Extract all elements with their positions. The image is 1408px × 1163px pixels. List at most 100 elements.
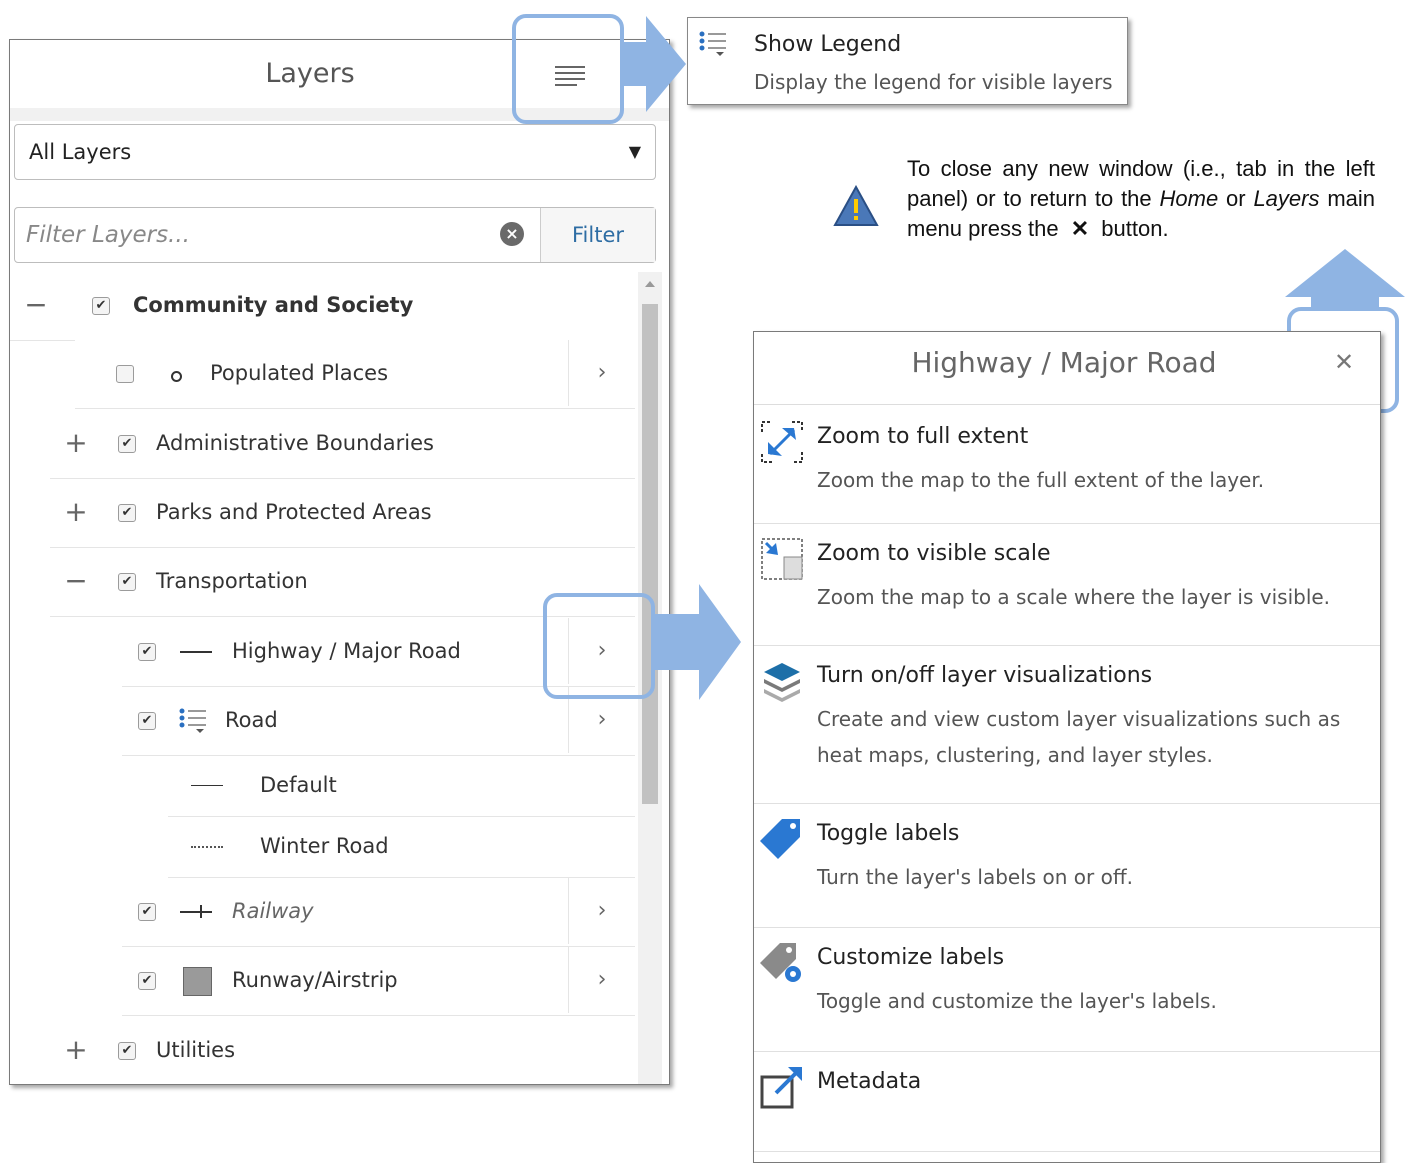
close-icon[interactable]: ✕ bbox=[1334, 348, 1354, 376]
layer-checkbox[interactable]: ✔ bbox=[92, 297, 110, 315]
layer-options-panel: Highway / Major Road ✕ Zoom to full exte… bbox=[753, 331, 1381, 1163]
layer-group-dropdown[interactable]: All Layers ▼ bbox=[14, 124, 656, 180]
filter-layers-input[interactable] bbox=[16, 209, 488, 261]
option-title: Zoom to visible scale bbox=[817, 541, 1051, 566]
tree-row-label: Utilities bbox=[156, 1038, 236, 1062]
legend-row-label: Winter Road bbox=[260, 834, 389, 858]
zoom-to-visible-scale-option[interactable]: Zoom to visible scale Zoom the map to a … bbox=[754, 523, 1380, 646]
metadata-option[interactable]: Metadata bbox=[754, 1051, 1380, 1152]
chevron-right-icon[interactable]: › bbox=[568, 947, 635, 1013]
dotted-line-symbol-icon bbox=[191, 846, 223, 848]
header-divider bbox=[754, 404, 1380, 405]
option-description: Zoom the map to a scale where the layer … bbox=[817, 585, 1331, 609]
fill-symbol-icon bbox=[183, 967, 212, 996]
arrow-right-icon bbox=[651, 584, 741, 700]
option-description: Toggle and customize the layer's labels. bbox=[817, 989, 1217, 1013]
layer-checkbox[interactable]: ✔ bbox=[118, 1042, 136, 1060]
legend-list-icon bbox=[699, 31, 726, 56]
tree-row-railway[interactable]: ✔ Railway › bbox=[122, 878, 635, 947]
railway-symbol-icon bbox=[180, 911, 212, 913]
tree-row-label: Railway bbox=[232, 899, 314, 923]
tree-row-populated-places[interactable]: Populated Places › bbox=[75, 340, 635, 409]
tree-row-community-and-society[interactable]: − ✔ Community and Society bbox=[10, 272, 635, 341]
show-legend-description: Display the legend for visible layers bbox=[754, 70, 1113, 94]
tree-row-utilities[interactable]: + ✔ Utilities bbox=[50, 1017, 635, 1084]
option-title: Customize labels bbox=[817, 945, 1005, 970]
layer-checkbox[interactable]: ✔ bbox=[138, 903, 156, 921]
layers-panel: Layers All Layers ▼ × Filter − ✔ Communi… bbox=[9, 39, 670, 1085]
customize-labels-option[interactable]: Customize labels Toggle and customize th… bbox=[754, 927, 1380, 1052]
external-link-icon bbox=[760, 1067, 802, 1109]
option-title: Metadata bbox=[817, 1069, 922, 1094]
clear-filter-icon[interactable]: × bbox=[500, 222, 524, 246]
layer-checkbox[interactable]: ✔ bbox=[138, 643, 156, 661]
tree-row-label: Administrative Boundaries bbox=[156, 431, 434, 455]
tree-row-label: Transportation bbox=[156, 569, 308, 593]
tree-row-label: Community and Society bbox=[133, 293, 414, 317]
chevron-highlight bbox=[543, 593, 655, 699]
note-home-word: Home bbox=[1159, 186, 1219, 211]
legend-row-winter-road: Winter Road bbox=[168, 817, 635, 878]
zoom-visible-scale-icon bbox=[761, 538, 803, 580]
legend-list-icon bbox=[179, 708, 206, 733]
layer-options-title: Highway / Major Road bbox=[911, 346, 1217, 379]
tree-row-label: Road bbox=[225, 708, 278, 732]
point-symbol-icon bbox=[171, 371, 182, 382]
toggle-labels-option[interactable]: Toggle labels Turn the layer's labels on… bbox=[754, 803, 1380, 928]
arrow-right-icon bbox=[622, 16, 686, 112]
caret-down-icon: ▼ bbox=[628, 142, 641, 161]
filter-button[interactable]: Filter bbox=[540, 208, 655, 262]
solid-line-symbol-icon bbox=[191, 785, 223, 786]
option-title: Turn on/off layer visualizations bbox=[817, 663, 1153, 688]
layer-checkbox[interactable]: ✔ bbox=[138, 712, 156, 730]
option-title: Zoom to full extent bbox=[817, 424, 1029, 449]
tree-row-label: Runway/Airstrip bbox=[232, 968, 398, 992]
layer-group-dropdown-value: All Layers bbox=[29, 140, 132, 164]
tree-row-label: Parks and Protected Areas bbox=[156, 500, 432, 524]
expand-icon[interactable]: + bbox=[64, 410, 88, 476]
zoom-full-extent-icon bbox=[761, 421, 803, 463]
layer-checkbox[interactable]: ✔ bbox=[118, 573, 136, 591]
layer-checkbox[interactable]: ✔ bbox=[138, 972, 156, 990]
layer-checkbox[interactable]: ✔ bbox=[118, 504, 136, 522]
menu-button-highlight bbox=[512, 14, 624, 124]
collapse-icon[interactable]: − bbox=[24, 272, 48, 338]
tag-gear-icon bbox=[760, 943, 801, 982]
layer-visualizations-option[interactable]: Turn on/off layer visualizations Create … bbox=[754, 645, 1380, 804]
close-window-note: To close any new window (i.e., tab in th… bbox=[907, 154, 1375, 244]
layer-tree: − ✔ Community and Society Populated Plac… bbox=[10, 272, 635, 1084]
warning-icon bbox=[833, 185, 879, 226]
expand-icon[interactable]: + bbox=[64, 1017, 88, 1083]
note-layers-word: Layers bbox=[1253, 186, 1320, 211]
show-legend-title: Show Legend bbox=[754, 32, 902, 57]
zoom-to-full-extent-option[interactable]: Zoom to full extent Zoom the map to the … bbox=[754, 406, 1380, 524]
layer-checkbox[interactable]: ✔ bbox=[118, 435, 136, 453]
scrollbar-thumb[interactable] bbox=[642, 304, 658, 804]
tree-row-administrative-boundaries[interactable]: + ✔ Administrative Boundaries bbox=[50, 410, 635, 479]
show-legend-menu-item[interactable]: Show Legend Display the legend for visib… bbox=[687, 17, 1128, 105]
note-text-part: button. bbox=[1095, 216, 1169, 241]
legend-row-label: Default bbox=[260, 773, 337, 797]
tree-row-label: Highway / Major Road bbox=[232, 639, 461, 663]
tag-icon bbox=[760, 819, 800, 859]
scroll-up-arrow-icon[interactable] bbox=[645, 281, 655, 287]
layers-stack-icon bbox=[764, 663, 800, 702]
filter-box: × Filter bbox=[14, 207, 656, 263]
tree-row-label: Populated Places bbox=[210, 361, 389, 385]
chevron-right-icon[interactable]: › bbox=[568, 340, 635, 406]
tree-row-parks-and-protected-areas[interactable]: + ✔ Parks and Protected Areas bbox=[50, 479, 635, 548]
expand-icon[interactable]: + bbox=[64, 479, 88, 545]
collapse-icon[interactable]: − bbox=[64, 548, 88, 614]
option-description: Create and view custom layer visualizati… bbox=[817, 707, 1341, 767]
option-description: Turn the layer's labels on or off. bbox=[817, 865, 1133, 889]
arrow-up-icon bbox=[1285, 249, 1405, 311]
close-icon: ✕ bbox=[1070, 216, 1090, 241]
legend-row-default: Default bbox=[168, 756, 635, 817]
option-title: Toggle labels bbox=[817, 821, 960, 846]
note-text-part: or bbox=[1218, 186, 1254, 211]
tree-row-runway-airstrip[interactable]: ✔ Runway/Airstrip › bbox=[122, 947, 635, 1016]
railway-tick bbox=[200, 905, 202, 918]
layer-checkbox[interactable] bbox=[116, 365, 134, 383]
option-description: Zoom the map to the full extent of the l… bbox=[817, 468, 1265, 492]
chevron-right-icon[interactable]: › bbox=[568, 878, 635, 944]
